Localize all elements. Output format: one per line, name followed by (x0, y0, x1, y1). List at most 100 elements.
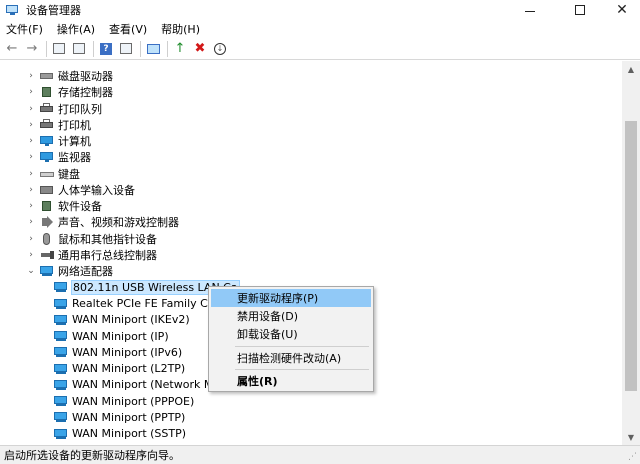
toolbar-divider (140, 40, 141, 57)
menu-action[interactable]: 操作(A) (57, 21, 95, 37)
network-adapter-label: WAN Miniport (Network Mon (72, 378, 228, 392)
properties-icon[interactable] (51, 41, 67, 57)
close-button[interactable]: ✕ (600, 0, 640, 20)
tree-category[interactable]: › 鼠标和其他指针设备 (0, 231, 157, 247)
tree-category-label: 监视器 (58, 151, 91, 165)
disable-device-menu-item[interactable]: 禁用设备(D) (211, 307, 371, 325)
tree-category[interactable]: › 磁盘驱动器 (0, 68, 113, 84)
tree-category-label: 人体学输入设备 (58, 183, 135, 197)
device-manager-icon (6, 4, 20, 16)
network-adapter-icon (54, 428, 68, 440)
network-adapter-label: WAN Miniport (L2TP) (72, 362, 186, 375)
network-adapter-icon (54, 281, 68, 293)
network-adapter-item[interactable]: Realtek PCIe FE Family Contro (0, 296, 237, 312)
title-bar: 设备管理器 ✕ (0, 0, 640, 20)
expand-icon[interactable]: › (26, 166, 36, 182)
expand-icon[interactable]: › (26, 84, 36, 100)
net-device-icon (40, 265, 54, 277)
network-adapter-label: WAN Miniport (PPPOE) (72, 394, 195, 408)
tree-category-label: 键盘 (58, 167, 80, 181)
close-icon: ✕ (616, 2, 628, 18)
resources-icon[interactable] (118, 41, 134, 57)
window-title: 设备管理器 (26, 4, 81, 17)
expand-icon[interactable]: › (26, 231, 36, 247)
network-adapter-item[interactable]: WAN Miniport (Network Mon (0, 377, 227, 393)
expand-icon[interactable]: › (26, 214, 36, 230)
disable-icon[interactable]: ↓ (212, 41, 228, 57)
toolbar-divider (167, 40, 168, 57)
view-icon[interactable] (71, 41, 87, 57)
network-adapter-item[interactable]: WAN Miniport (L2TP) (0, 361, 185, 377)
monitor-device-icon (40, 151, 54, 163)
network-adapter-item[interactable]: WAN Miniport (IPv6) (0, 344, 182, 360)
expand-icon[interactable]: › (26, 182, 36, 198)
back-arrow-icon[interactable]: ← (4, 41, 20, 57)
tree-category[interactable]: › 打印队列 (0, 101, 102, 117)
network-adapter-icon (54, 411, 68, 423)
status-text: 启动所选设备的更新驱动程序向导。 (4, 449, 180, 462)
chip-device-icon (40, 86, 54, 98)
toolbar: ← → ? ↑ ✖ ↓ (0, 38, 640, 60)
hid-device-icon (40, 184, 54, 196)
tree-category[interactable]: › 监视器 (0, 149, 91, 165)
minimize-button[interactable] (508, 0, 552, 20)
tree-category-label: 网络适配器 (58, 265, 113, 278)
network-adapter-label: WAN Miniport (PPTP) (72, 410, 186, 424)
update-driver-menu-item[interactable]: 更新驱动程序(P) (211, 289, 371, 307)
network-adapter-icon (54, 363, 68, 375)
tree-category[interactable]: › 键盘 (0, 166, 80, 182)
tree-category[interactable]: › 声音、视频和游戏控制器 (0, 214, 179, 230)
context-menu: 更新驱动程序(P) 禁用设备(D) 卸载设备(U) 扫描检测硬件改动(A) 属性… (208, 286, 374, 392)
expand-icon[interactable]: › (26, 247, 36, 263)
network-adapter-item[interactable]: WAN Miniport (IP) (0, 328, 169, 344)
usb-device-icon (40, 249, 54, 261)
expand-icon[interactable]: › (26, 68, 36, 84)
expand-icon[interactable]: › (26, 198, 36, 214)
resize-grip-icon[interactable]: ⋰ (628, 452, 638, 462)
help-icon[interactable]: ? (98, 41, 114, 57)
scroll-down-icon[interactable]: ▼ (622, 429, 640, 445)
uninstall-icon[interactable]: ✖ (192, 41, 208, 57)
maximize-button[interactable] (558, 0, 602, 20)
collapse-icon[interactable]: ⌄ (26, 263, 36, 279)
tree-category-label: 打印机 (58, 118, 91, 132)
expand-icon[interactable]: › (26, 149, 36, 165)
menu-file[interactable]: 文件(F) (6, 21, 43, 37)
forward-arrow-icon[interactable]: → (24, 41, 40, 57)
network-adapter-item[interactable]: 802.11n USB Wireless LAN Ca (0, 279, 240, 295)
scan-hardware-icon[interactable] (145, 41, 161, 57)
network-adapter-label: WAN Miniport (IPv6) (72, 345, 183, 359)
menu-help[interactable]: 帮助(H) (161, 21, 200, 37)
menu-bar: 文件(F) 操作(A) 查看(V) 帮助(H) (0, 20, 640, 38)
vertical-scrollbar[interactable]: ▲ ▼ (622, 61, 640, 445)
tree-category[interactable]: › 打印机 (0, 117, 91, 133)
scroll-up-icon[interactable]: ▲ (622, 61, 640, 77)
tree-category-label: 声音、视频和游戏控制器 (58, 216, 179, 230)
tree-category[interactable]: › 人体学输入设备 (0, 182, 135, 198)
network-adapter-item[interactable]: WAN Miniport (SSTP) (0, 426, 186, 442)
scan-hardware-menu-item[interactable]: 扫描检测硬件改动(A) (211, 349, 371, 367)
expand-icon[interactable]: › (26, 117, 36, 133)
toolbar-divider (46, 40, 47, 57)
tree-category[interactable]: › 存储控制器 (0, 84, 113, 100)
tree-category-label: 磁盘驱动器 (58, 70, 113, 83)
tree-category[interactable]: ⌄ 网络适配器 (0, 263, 113, 279)
expand-icon[interactable]: › (26, 101, 36, 117)
network-adapter-item[interactable]: WAN Miniport (IKEv2) (0, 312, 190, 328)
drive-device-icon (40, 70, 54, 82)
network-adapter-item[interactable]: WAN Miniport (PPPOE) (0, 393, 194, 409)
properties-menu-item[interactable]: 属性(R) (211, 372, 371, 390)
scrollbar-thumb[interactable] (625, 121, 637, 391)
tree-category[interactable]: › 软件设备 (0, 198, 102, 214)
tree-category-label: 计算机 (58, 135, 91, 148)
network-adapter-item[interactable]: WAN Miniport (PPTP) (0, 409, 185, 425)
tree-category[interactable]: › 通用串行总线控制器 (0, 247, 157, 263)
network-adapter-icon (54, 395, 68, 407)
tree-category-label: 打印队列 (58, 102, 102, 116)
expand-icon[interactable]: › (26, 133, 36, 149)
tree-category[interactable]: › 计算机 (0, 133, 91, 149)
network-adapter-icon (54, 298, 68, 310)
menu-view[interactable]: 查看(V) (109, 21, 147, 37)
uninstall-device-menu-item[interactable]: 卸载设备(U) (211, 325, 371, 343)
update-driver-icon[interactable]: ↑ (172, 41, 188, 57)
